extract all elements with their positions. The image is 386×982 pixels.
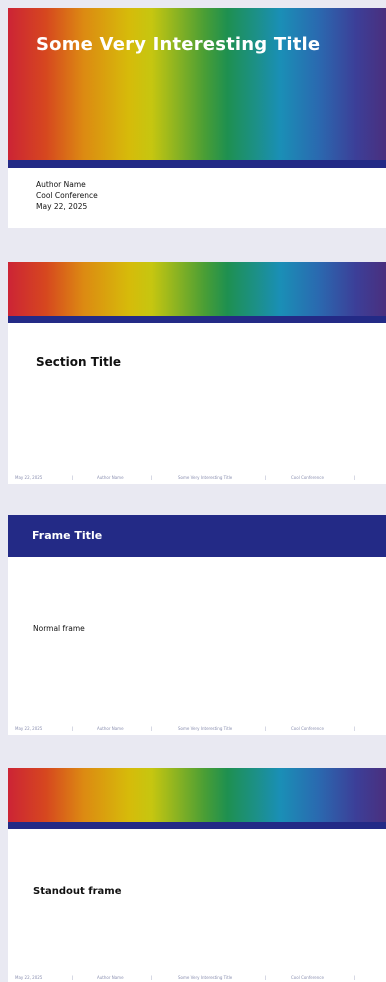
footer-conference: Cool Conference: [291, 726, 324, 731]
title-meta: Author Name Cool Conference May 22, 2025: [36, 179, 98, 212]
footer-date: May 22, 2025: [15, 475, 43, 480]
footer-separator: |: [265, 475, 267, 480]
frame-title: Frame Title: [32, 529, 103, 542]
footer-conference: Cool Conference: [291, 475, 324, 480]
slide-footer: May 22, 2025 | Author Name | Some Very I…: [8, 474, 386, 482]
title-slide[interactable]: Some Very Interesting Title Author Name …: [8, 8, 386, 228]
rainbow-header: [8, 8, 386, 160]
footer-separator: |: [72, 475, 74, 480]
footer-separator: |: [151, 975, 153, 980]
frame-body-text: Normal frame: [33, 624, 85, 633]
footer-separator: |: [265, 975, 267, 980]
footer-title: Some Very Interesting Title: [178, 975, 233, 980]
frame-slide[interactable]: Frame Title Normal frame May 22, 2025 | …: [8, 515, 386, 735]
footer-separator: |: [354, 726, 356, 731]
footer-separator: |: [354, 475, 356, 480]
footer-separator: |: [151, 475, 153, 480]
footer-separator: |: [354, 975, 356, 980]
footer-title: Some Very Interesting Title: [178, 475, 233, 480]
slide-deck: Some Very Interesting Title Author Name …: [0, 0, 386, 982]
footer-author: Author Name: [97, 975, 124, 980]
header-band: [8, 822, 386, 829]
presentation-date: May 22, 2025: [36, 202, 88, 211]
footer-separator: |: [72, 726, 74, 731]
footer-separator: |: [265, 726, 267, 731]
footer-date: May 22, 2025: [15, 975, 43, 980]
footer-separator: |: [72, 975, 74, 980]
header-band: [8, 316, 386, 323]
section-title: Section Title: [36, 355, 121, 369]
conference-name: Cool Conference: [36, 191, 98, 200]
footer-title: Some Very Interesting Title: [178, 726, 233, 731]
footer-author: Author Name: [97, 475, 124, 480]
standout-title: Standout frame: [33, 886, 122, 897]
slide-footer: May 22, 2025 | Author Name | Some Very I…: [8, 725, 386, 733]
footer-author: Author Name: [97, 726, 124, 731]
slide-footer: May 22, 2025 | Author Name | Some Very I…: [8, 974, 386, 982]
footer-date: May 22, 2025: [15, 726, 43, 731]
rainbow-header: [8, 262, 386, 316]
author-name: Author Name: [36, 180, 86, 189]
presentation-title: Some Very Interesting Title: [36, 34, 321, 55]
footer-separator: |: [151, 726, 153, 731]
section-slide[interactable]: Section Title May 22, 2025 | Author Name…: [8, 262, 386, 484]
rainbow-header: [8, 768, 386, 822]
header-band: [8, 160, 386, 168]
standout-slide[interactable]: Standout frame May 22, 2025 | Author Nam…: [8, 768, 386, 982]
footer-conference: Cool Conference: [291, 975, 324, 980]
